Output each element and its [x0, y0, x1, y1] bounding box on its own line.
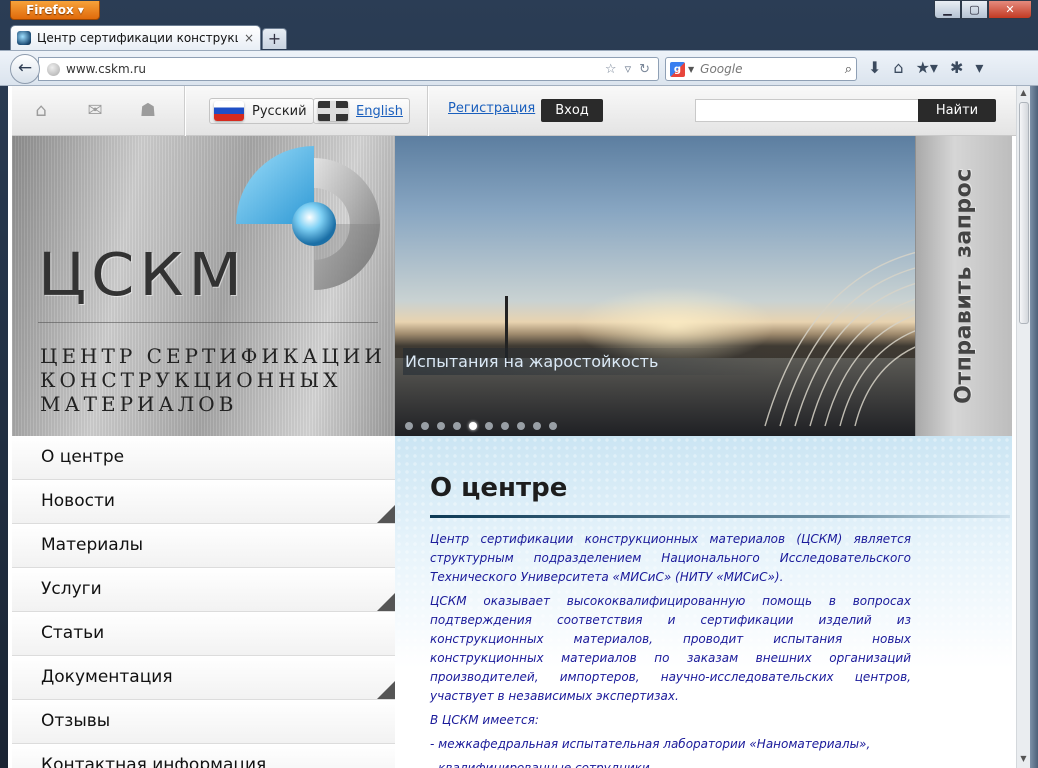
paragraph: ЦСКМ оказывает высококвалифицированную п…: [430, 594, 911, 703]
slider-dot[interactable]: [421, 422, 429, 430]
page-viewport: ⌂ ✉ ☗ Русский English Регистрация Вход Н…: [8, 86, 1016, 768]
menu-item[interactable]: О центре: [12, 436, 395, 480]
back-button[interactable]: ←: [10, 54, 40, 84]
uk-flag-icon: [318, 101, 348, 121]
list-item: - квалифицированные сотрудники,: [430, 761, 654, 768]
search-icon[interactable]: ⌕: [845, 62, 852, 77]
minimize-button[interactable]: ▁: [934, 0, 961, 19]
scrollbar-thumb[interactable]: [1019, 102, 1029, 324]
tab-title: Центр сертификации конструкционны...: [37, 31, 238, 45]
search-engine-dropdown-icon[interactable]: ▼: [688, 65, 694, 74]
lang-russian-button[interactable]: Русский: [209, 98, 314, 124]
find-button[interactable]: Найти: [918, 99, 996, 122]
site-search-input[interactable]: [695, 99, 918, 122]
site-logo[interactable]: ЦСКМ Центр сертификации конструкционных …: [12, 136, 395, 436]
home-icon[interactable]: ⌂: [893, 58, 903, 77]
menu-item[interactable]: Новости: [12, 480, 395, 524]
page-scrollbar[interactable]: ▲ ▼: [1016, 86, 1030, 768]
browser-window: Firefox ▾ ▁ ▢ ✕ Центр сертификации конст…: [0, 0, 1038, 768]
slide-image: [764, 252, 915, 427]
tab-close-icon[interactable]: ×: [244, 31, 254, 45]
downloads-icon[interactable]: ⬇: [868, 58, 881, 77]
slider-dot[interactable]: [469, 422, 477, 430]
toolbar-overflow-icon[interactable]: ▾: [975, 58, 983, 77]
slider-dot[interactable]: [453, 422, 461, 430]
paragraph: Центр сертификации конструкционных матер…: [430, 532, 911, 584]
register-link[interactable]: Регистрация: [448, 101, 535, 116]
slider-dot[interactable]: [437, 422, 445, 430]
slider-dot[interactable]: [405, 422, 413, 430]
firefox-menu-button[interactable]: Firefox ▾: [10, 1, 100, 20]
browser-tab-active[interactable]: Центр сертификации конструкционны... ×: [10, 25, 261, 50]
reload-icon[interactable]: ↻: [639, 62, 650, 77]
russia-flag-icon: [214, 101, 244, 121]
scroll-down-icon[interactable]: ▼: [1017, 752, 1030, 766]
url-bar[interactable]: www.cskm.ru ☆ ▿ ↻: [38, 57, 659, 81]
scroll-up-icon[interactable]: ▲: [1017, 86, 1030, 100]
slider-dot[interactable]: [533, 422, 541, 430]
window-controls: ▁ ▢ ✕: [934, 0, 1032, 19]
history-dropdown-icon[interactable]: ▿: [625, 62, 632, 77]
paragraph: В ЦСКМ имеется:: [430, 713, 539, 727]
web-search-bar[interactable]: g ▼ Google ⌕: [665, 57, 857, 81]
send-request-label: Отправить запрос: [951, 168, 977, 404]
site-top-bar: ⌂ ✉ ☗ Русский English Регистрация Вход Н…: [12, 86, 1016, 136]
menu-item[interactable]: Услуги: [12, 568, 395, 612]
bookmark-star-icon[interactable]: ☆: [605, 62, 617, 77]
image-slider[interactable]: Испытания на жаростойкость: [395, 136, 915, 436]
slider-dot[interactable]: [501, 422, 509, 430]
slider-pagination: [405, 422, 557, 430]
main-menu: О центре Новости Материалы Услуги Статьи Доку…: [12, 436, 395, 768]
maximize-button[interactable]: ▢: [961, 0, 988, 19]
sitemap-icon[interactable]: ☗: [137, 100, 159, 121]
logo-subtitle: Центр сертификации конструкционных матер…: [40, 344, 386, 416]
slider-dot[interactable]: [549, 422, 557, 430]
list-item: - межкафедральная испытательная лаборато…: [430, 737, 871, 751]
page-title: О центре: [430, 473, 568, 503]
url-text[interactable]: www.cskm.ru: [66, 62, 605, 76]
navigation-toolbar: www.cskm.ru ☆ ▿ ↻ ← g ▼ Google ⌕ ⬇ ⌂ ★▾ …: [0, 50, 1038, 86]
send-request-tab[interactable]: Отправить запрос: [915, 136, 1012, 436]
lang-english-button[interactable]: English: [313, 98, 410, 124]
logo-emblem-icon: [236, 146, 380, 290]
close-button[interactable]: ✕: [988, 0, 1032, 19]
slider-dot[interactable]: [517, 422, 525, 430]
content-text: Центр сертификации конструкционных матер…: [430, 530, 911, 768]
home-icon[interactable]: ⌂: [30, 100, 52, 121]
bookmarks-menu-icon[interactable]: ★▾: [916, 58, 938, 77]
lang-russian-label: Русский: [252, 103, 307, 119]
slider-dot[interactable]: [485, 422, 493, 430]
new-tab-button[interactable]: +: [262, 28, 287, 49]
menu-item[interactable]: Документация: [12, 656, 395, 700]
globe-icon: [47, 62, 60, 76]
tab-strip: Центр сертификации конструкционны... × +: [0, 22, 1038, 50]
mail-icon[interactable]: ✉: [84, 100, 106, 121]
menu-item[interactable]: Отзывы: [12, 700, 395, 744]
favicon-icon: [17, 31, 31, 45]
menu-item[interactable]: Контактная информация: [12, 744, 395, 768]
addon-icon[interactable]: ✱: [950, 58, 963, 77]
slide-caption[interactable]: Испытания на жаростойкость: [403, 348, 773, 375]
lang-english-link[interactable]: English: [356, 104, 403, 119]
menu-item[interactable]: Статьи: [12, 612, 395, 656]
google-logo-icon[interactable]: g: [670, 61, 685, 77]
login-button[interactable]: Вход: [541, 99, 603, 122]
main-content: О центре Центр сертификации конструкцион…: [395, 436, 1012, 768]
back-arrow-icon: ←: [17, 58, 33, 78]
menu-item[interactable]: Материалы: [12, 524, 395, 568]
web-search-input[interactable]: Google: [700, 62, 845, 76]
logo-letters: ЦСКМ: [38, 239, 247, 310]
